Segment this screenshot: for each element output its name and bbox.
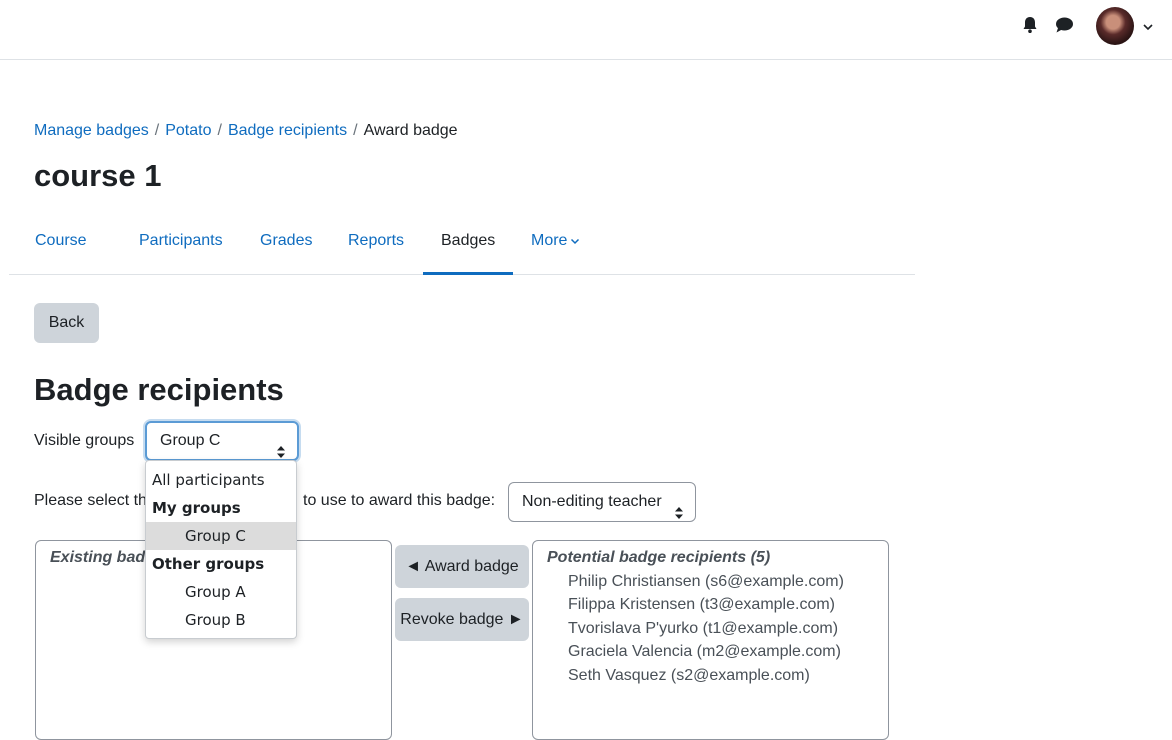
visible-groups-select[interactable]: Group C [145,421,299,461]
user-avatar[interactable] [1096,7,1134,45]
breadcrumb-manage-badges[interactable]: Manage badges [34,122,149,139]
role-label-start: Please select th [34,492,147,509]
breadcrumb-badge-recipients[interactable]: Badge recipients [228,122,347,139]
chevron-down-icon [570,232,580,249]
visible-groups-value: Group C [160,432,221,449]
tab-badges[interactable]: Badges [423,219,513,275]
chevron-down-icon[interactable] [1142,20,1154,32]
chat-bubble-icon[interactable] [1053,14,1075,36]
option-all-participants[interactable]: All participants [146,466,296,494]
section-heading: Badge recipients [34,372,284,407]
tab-grades[interactable]: Grades [260,219,312,275]
recipient-option[interactable]: Graciela Valencia (m2@example.com) [568,640,844,663]
recipient-option[interactable]: Seth Vasquez (s2@example.com) [568,664,844,687]
role-select[interactable]: Non-editing teacher [508,482,696,522]
recipient-option[interactable]: Tvorislava P'yurko (t1@example.com) [568,617,844,640]
recipient-options: Philip Christiansen (s6@example.com) Fil… [568,570,844,687]
breadcrumb-current: Award badge [363,122,458,139]
visible-groups-label: Visible groups [34,432,135,449]
recipient-option[interactable]: Filippa Kristensen (t3@example.com) [568,593,844,616]
option-group-b[interactable]: Group B [146,606,296,634]
breadcrumb-separator: / [154,122,160,139]
breadcrumb-separator: / [353,122,358,139]
revoke-badge-button[interactable]: Revoke badge ► [395,598,529,641]
breadcrumb: Manage badges / Potato / Badge recipients / Aw… [34,122,458,140]
role-label-end: to use to award this badge: [303,492,496,509]
existing-recipients-heading: Existing bad [50,549,146,566]
optgroup-my-groups: My groups [152,499,241,517]
role-select-value: Non-editing teacher [522,493,662,510]
recipient-option[interactable]: Philip Christiansen (s6@example.com) [568,570,844,593]
potential-recipients-list[interactable]: Potential badge recipients (5) Philip Ch… [532,540,889,740]
tab-participants[interactable]: Participants [139,219,223,275]
option-group-a[interactable]: Group A [146,578,296,606]
top-navbar [0,0,1172,60]
potential-recipients-heading: Potential badge recipients (5) [547,549,771,566]
visible-groups-dropdown: All participants My groups Group C Other… [145,460,297,639]
back-button[interactable]: Back [34,303,99,343]
select-arrows-icon [675,496,683,519]
course-tabs: Course Participants Grades Reports Badge… [9,219,915,275]
page-title: course 1 [34,158,162,193]
breadcrumb-potato[interactable]: Potato [165,122,211,139]
tab-reports[interactable]: Reports [348,219,404,275]
option-group-c[interactable]: Group C [146,522,296,550]
optgroup-other-groups: Other groups [152,555,265,573]
breadcrumb-separator: / [217,122,222,139]
select-arrows-icon [277,436,285,458]
bell-icon[interactable] [1019,14,1041,36]
tab-course[interactable]: Course [35,219,87,275]
award-badge-button[interactable]: ◄ Award badge [395,545,529,588]
tab-more-label: More [531,232,568,249]
tab-more[interactable]: More [531,219,580,275]
